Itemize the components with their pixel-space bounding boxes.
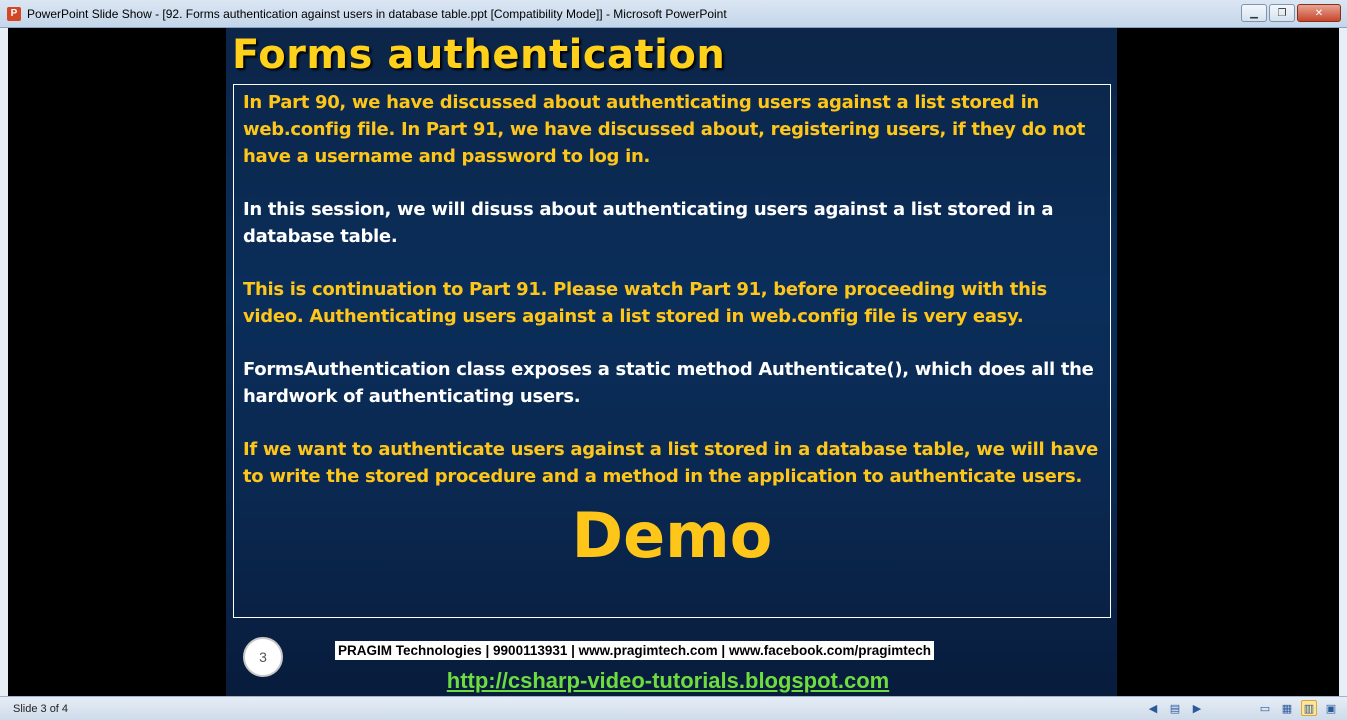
status-bar: Slide 3 of 4 ◀ ▤ ▶ ▭ ▦ ▥ ▣ [0,696,1347,720]
paragraph-5: If we want to authenticate users against… [243,439,1099,487]
close-button[interactable]: ✕ [1297,4,1341,22]
normal-view-icon[interactable]: ▭ [1257,700,1273,716]
window-frame-left [0,28,8,696]
window-title: PowerPoint Slide Show - [92. Forms authe… [27,6,727,21]
slide-indicator: Slide 3 of 4 [13,702,69,715]
restore-icon: ❐ [1277,7,1287,19]
previous-icon[interactable]: ◀ [1145,700,1161,716]
demo-heading: Demo [571,499,773,572]
restore-button[interactable]: ❐ [1269,4,1295,22]
paragraph-1: In Part 90, we have discussed about auth… [243,92,1086,167]
powerpoint-app-icon[interactable]: P [7,6,21,21]
minimize-button[interactable]: ▁ [1241,4,1267,22]
slide[interactable]: Forms authentication In Part 90, we have… [226,28,1117,696]
slide-title: Forms authentication [232,32,726,78]
close-icon: ✕ [1314,7,1324,19]
slide-sorter-icon[interactable]: ▦ [1279,700,1295,716]
slide-show-icon[interactable]: ▣ [1323,700,1339,716]
paragraph-2: In this session, we will disuss about au… [243,199,1054,247]
minimize-icon: ▁ [1250,7,1258,19]
reading-view-icon[interactable]: ▥ [1301,700,1317,716]
blog-link[interactable]: http://csharp-video-tutorials.blogspot.c… [226,668,1110,694]
window-frame-right [1339,28,1347,696]
title-bar: P PowerPoint Slide Show - [92. Forms aut… [0,0,1347,28]
company-footer: PRAGIM Technologies | 9900113931 | www.p… [335,641,935,660]
window-controls: ▁ ❐ ✕ [1241,4,1341,22]
menu-icon[interactable]: ▤ [1167,700,1183,716]
content-box: In Part 90, we have discussed about auth… [233,84,1111,618]
status-icons: ◀ ▤ ▶ ▭ ▦ ▥ ▣ [1145,700,1339,716]
paragraph-4: FormsAuthentication class exposes a stat… [243,359,1094,407]
next-icon[interactable]: ▶ [1189,700,1205,716]
paragraph-3: This is continuation to Part 91. Please … [243,279,1047,327]
